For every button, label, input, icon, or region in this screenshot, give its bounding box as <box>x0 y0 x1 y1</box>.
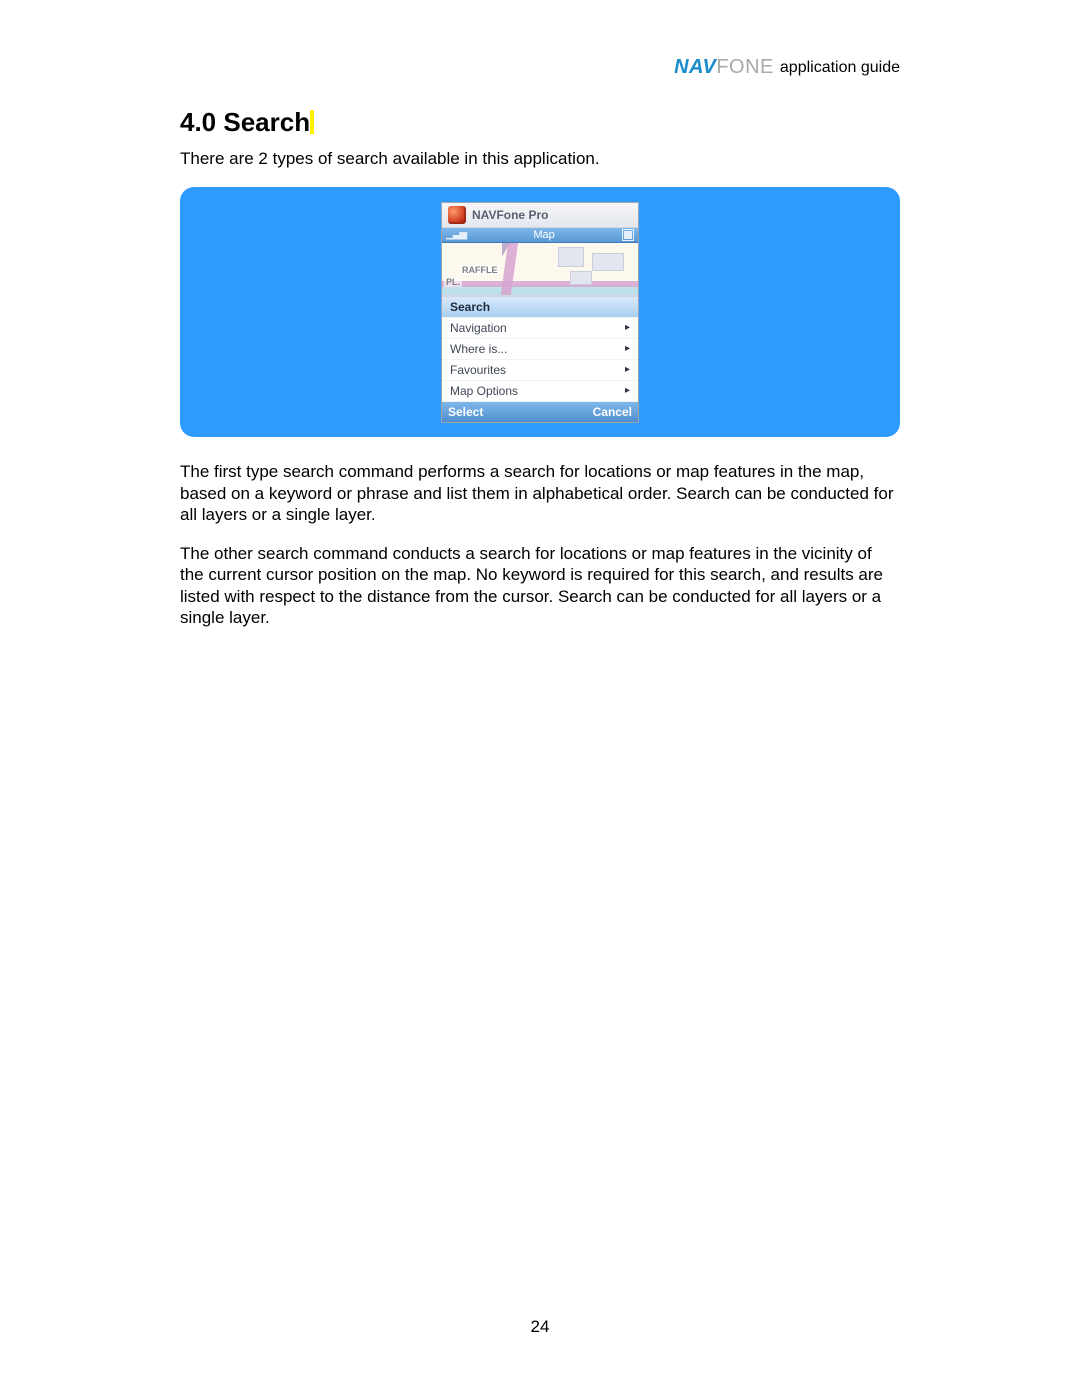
paragraph-1: The first type search command performs a… <box>180 461 900 525</box>
screenshot-figure: NAVFone Pro ▁▃▅ Map RAFFLE PL. <box>180 187 900 437</box>
map-label-raffles: RAFFLE <box>460 265 500 275</box>
menu-item-favourites[interactable]: Favourites ▸ <box>442 360 638 381</box>
menu-item-map-options[interactable]: Map Options ▸ <box>442 381 638 402</box>
phone-map-preview: RAFFLE PL. <box>442 243 638 296</box>
menu-item-label: Where is... <box>450 342 507 356</box>
paragraph-2: The other search command conducts a sear… <box>180 543 900 628</box>
menu-item-where-is[interactable]: Where is... ▸ <box>442 339 638 360</box>
phone-mockup: NAVFone Pro ▁▃▅ Map RAFFLE PL. <box>441 202 639 423</box>
page-header: NAVFONE application guide <box>180 56 900 79</box>
section-title: 4.0 Search <box>180 107 314 138</box>
phone-titlebar: NAVFone Pro <box>442 203 638 228</box>
chevron-right-icon: ▸ <box>625 364 630 375</box>
menu-item-label: Map Options <box>450 384 518 398</box>
app-icon <box>448 206 466 224</box>
phone-softkey-bar: Select Cancel <box>442 402 638 422</box>
menu-item-label: Navigation <box>450 321 507 335</box>
chevron-right-icon: ▸ <box>625 385 630 396</box>
text-cursor-highlight <box>310 110 314 134</box>
phone-statusbar: ▁▃▅ Map <box>442 228 638 243</box>
chevron-right-icon: ▸ <box>625 322 630 333</box>
menu-item-label: Favourites <box>450 363 506 377</box>
battery-icon <box>622 229 634 241</box>
header-subtitle: application guide <box>780 59 900 77</box>
softkey-select[interactable]: Select <box>448 405 483 419</box>
signal-icon: ▁▃▅ <box>446 229 466 240</box>
menu-item-search[interactable]: Search <box>442 297 638 318</box>
brand-logo: NAVFONE <box>674 56 774 79</box>
document-page: NAVFONE application guide 4.0 Search The… <box>0 0 1080 1397</box>
phone-app-title: NAVFone Pro <box>472 208 548 222</box>
section-intro: There are 2 types of search available in… <box>180 148 900 169</box>
menu-item-navigation[interactable]: Navigation ▸ <box>442 318 638 339</box>
softkey-cancel[interactable]: Cancel <box>593 405 632 419</box>
section-title-text: 4.0 Search <box>180 107 310 137</box>
chevron-right-icon: ▸ <box>625 343 630 354</box>
page-number: 24 <box>0 1317 1080 1337</box>
menu-item-label: Search <box>450 300 490 314</box>
phone-status-label: Map <box>533 229 554 241</box>
logo-nav-text: NAV <box>674 56 716 78</box>
logo-fone-text: FONE <box>716 56 774 78</box>
phone-menu: Search Navigation ▸ Where is... ▸ Favour… <box>442 296 638 402</box>
map-label-pl: PL. <box>444 277 462 287</box>
